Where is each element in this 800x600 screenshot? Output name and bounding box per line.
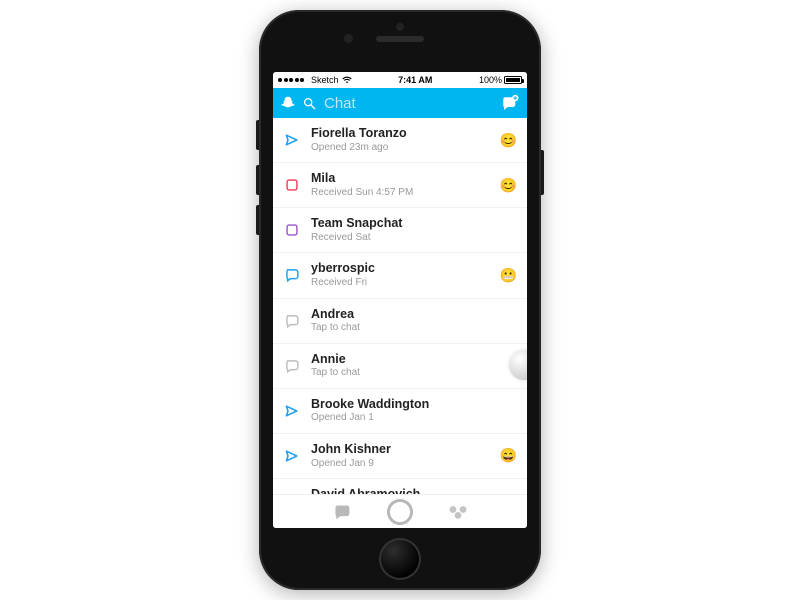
square-red-icon bbox=[283, 178, 301, 192]
chat-name: Annie bbox=[311, 352, 491, 368]
chat-row[interactable]: Brooke WaddingtonOpened Jan 1 bbox=[273, 389, 527, 434]
phone-frame: Sketch 7:41 AM 100% Chat bbox=[259, 10, 541, 590]
chat-grey-icon bbox=[283, 313, 301, 329]
streak-emoji: 😊 bbox=[500, 132, 517, 149]
chat-status: Opened Jan 9 bbox=[311, 458, 490, 471]
chat-grey-icon bbox=[283, 358, 301, 374]
chat-row[interactable]: yberrospicReceived Fri 😬 bbox=[273, 253, 527, 298]
chat-row[interactable]: AndreaTap to chat bbox=[273, 299, 527, 344]
shutter-icon bbox=[387, 499, 413, 525]
nav-stories-button[interactable] bbox=[445, 499, 471, 525]
streak-emoji: 😬 bbox=[500, 267, 517, 284]
front-camera bbox=[344, 34, 353, 43]
streak-emoji: 😄 bbox=[500, 447, 517, 464]
clock-label: 7:41 AM bbox=[352, 75, 479, 85]
chat-name: Team Snapchat bbox=[311, 216, 491, 232]
battery-icon bbox=[504, 76, 522, 84]
chat-status: Opened 23m ago bbox=[311, 142, 490, 155]
signal-dots-icon bbox=[278, 78, 304, 82]
chat-header: Chat bbox=[273, 88, 527, 118]
chat-status: Received Sun 4:57 PM bbox=[311, 187, 490, 200]
status-bar: Sketch 7:41 AM 100% bbox=[273, 72, 527, 88]
home-button[interactable] bbox=[379, 538, 421, 580]
square-purple-icon bbox=[283, 223, 301, 237]
chat-name: David Abramovich bbox=[311, 487, 491, 494]
chat-row[interactable]: Team SnapchatReceived Sat bbox=[273, 208, 527, 253]
chat-name: yberrospic bbox=[311, 261, 490, 277]
sent-open-blue-icon bbox=[283, 403, 301, 419]
chat-status: Opened Jan 1 bbox=[311, 412, 491, 425]
chat-row[interactable]: MilaReceived Sun 4:57 PM 😊 bbox=[273, 163, 527, 208]
nav-camera-button[interactable] bbox=[387, 499, 413, 525]
wifi-icon bbox=[342, 76, 352, 84]
chat-row[interactable]: John KishnerOpened Jan 9 😄 bbox=[273, 434, 527, 479]
chat-status: Tap to chat bbox=[311, 367, 491, 380]
streak-emoji: 😊 bbox=[500, 177, 517, 194]
chat-row[interactable]: Fiorella ToranzoOpened 23m ago 😊 bbox=[273, 118, 527, 163]
chat-list[interactable]: Fiorella ToranzoOpened 23m ago😊MilaRecei… bbox=[273, 118, 527, 494]
chat-status: Tap to chat bbox=[311, 322, 491, 335]
prox-sensor bbox=[396, 23, 404, 31]
nav-chat-button[interactable] bbox=[329, 499, 355, 525]
chat-status: Received Fri bbox=[311, 277, 490, 290]
screen: Sketch 7:41 AM 100% Chat bbox=[273, 72, 527, 528]
chat-name: Mila bbox=[311, 171, 490, 187]
chat-status: Received Sat bbox=[311, 232, 491, 245]
search-icon[interactable] bbox=[303, 97, 316, 110]
chat-name: Fiorella Toranzo bbox=[311, 126, 490, 142]
sent-open-blue-icon bbox=[283, 448, 301, 464]
battery-pct-label: 100% bbox=[479, 75, 502, 85]
chat-name: John Kishner bbox=[311, 442, 490, 458]
carrier-label: Sketch bbox=[311, 75, 339, 85]
chat-name: Andrea bbox=[311, 307, 491, 323]
snapchat-ghost-icon[interactable] bbox=[281, 96, 295, 111]
chat-blue-icon bbox=[283, 267, 301, 283]
bottom-nav bbox=[273, 494, 527, 528]
sent-open-blue-icon bbox=[283, 132, 301, 148]
chat-name: Brooke Waddington bbox=[311, 397, 491, 413]
new-chat-icon[interactable] bbox=[501, 95, 519, 111]
chat-row[interactable]: AnnieTap to chat bbox=[273, 344, 527, 389]
page-title: Chat bbox=[324, 95, 493, 112]
chat-row[interactable]: David AbramovichOpened Jan 1 bbox=[273, 479, 527, 494]
earpiece bbox=[376, 36, 424, 42]
